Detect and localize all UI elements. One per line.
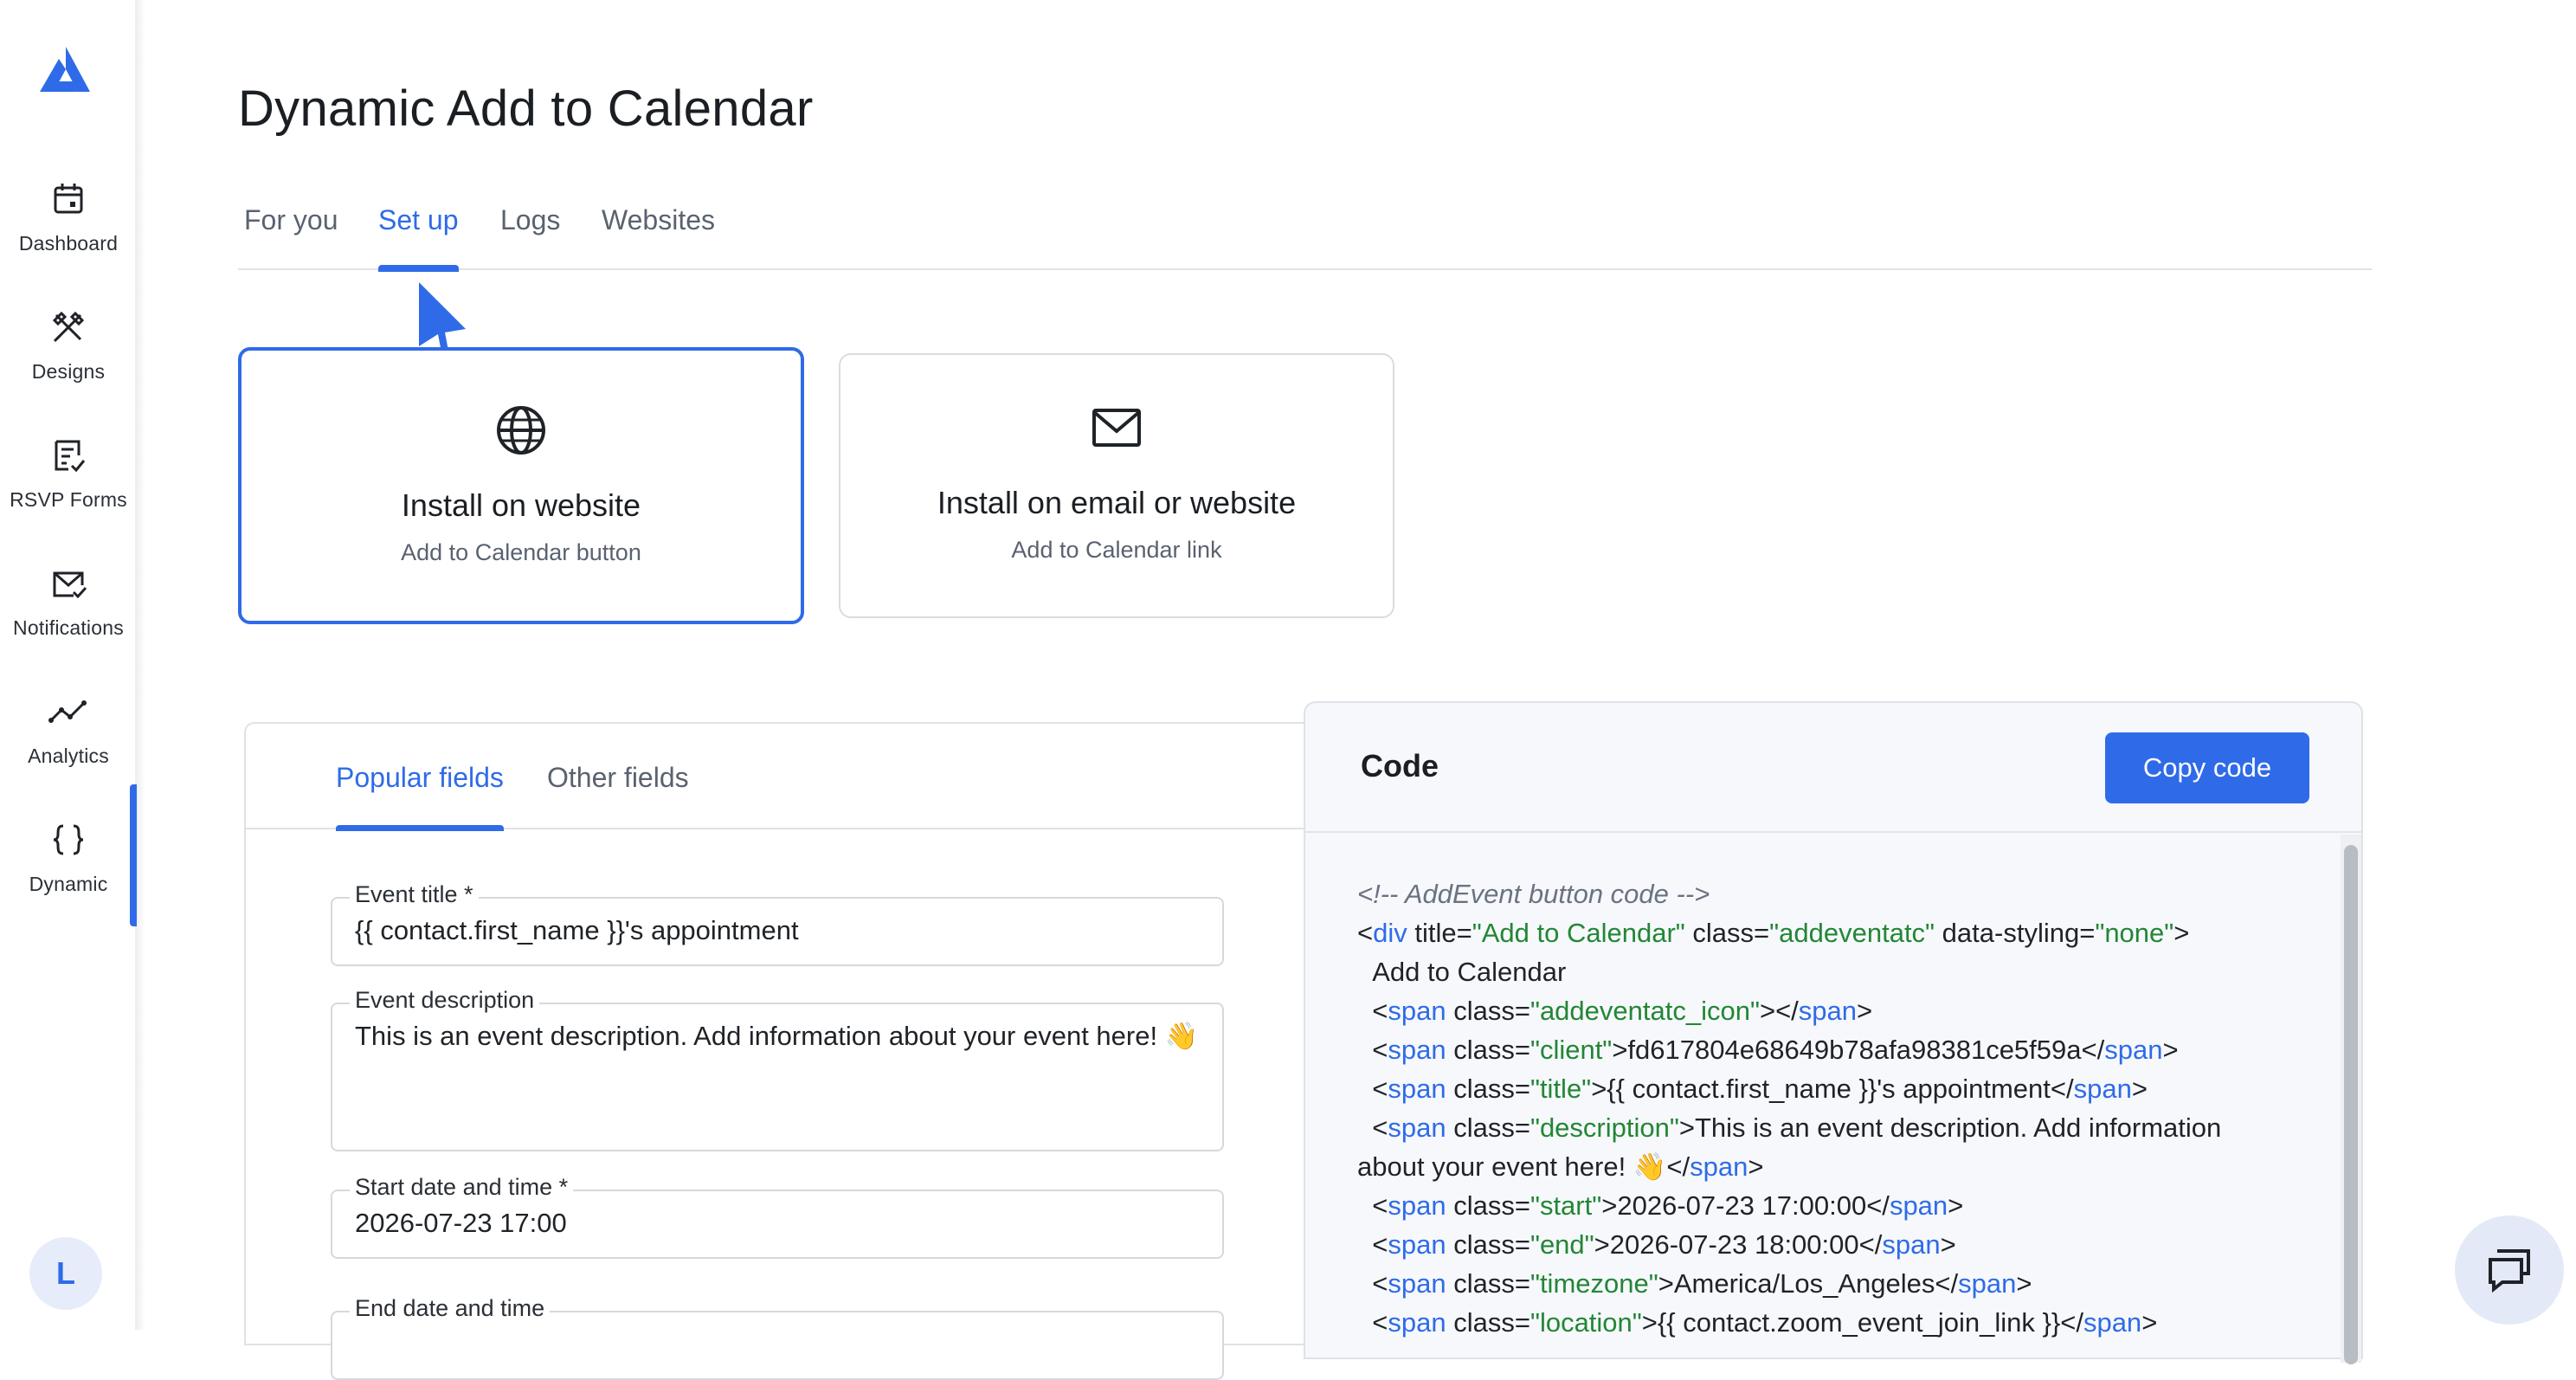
card-subtitle: Add to Calendar link <box>1011 537 1222 563</box>
event-title-input[interactable]: {{ contact.first_name }}'s appointment <box>355 911 1200 951</box>
code-line: Add to Calendar <box>1357 957 1567 987</box>
field-tabs: Popular fields Other fields <box>246 724 1324 831</box>
app-logo-icon[interactable] <box>35 42 95 102</box>
start-date-input[interactable]: 2026-07-23 17:00 <box>355 1203 1200 1243</box>
event-description-textarea[interactable]: This is an event description. Add inform… <box>355 1016 1200 1056</box>
sidebar-item-analytics[interactable]: Analytics <box>0 686 137 790</box>
end-date-field[interactable]: End date and time <box>331 1295 1224 1380</box>
field-label: Event title * <box>350 881 479 908</box>
event-title-field[interactable]: Event title * {{ contact.first_name }}'s… <box>331 881 1224 966</box>
field-label: End date and time <box>350 1295 551 1322</box>
chat-support-button[interactable] <box>2455 1216 2564 1325</box>
code-line: <span class="title">{{ contact.first_nam… <box>1357 1074 2148 1104</box>
sidebar: Dashboard Designs RSVP Forms Notificatio… <box>0 0 145 1330</box>
chat-icon <box>2489 1249 2530 1293</box>
line-chart-icon <box>48 700 87 723</box>
tab-set-up[interactable]: Set up <box>378 201 459 272</box>
sidebar-item-notifications[interactable]: Notifications <box>0 558 137 661</box>
field-label: Start date and time * <box>350 1174 574 1201</box>
scrollbar-thumb[interactable] <box>2344 845 2358 1364</box>
code-line: <span class="addeventatc_icon"></span> <box>1357 996 1873 1026</box>
code-line: <span class="timezone">America/Los_Angel… <box>1357 1268 2032 1299</box>
sidebar-item-label: Analytics <box>28 745 109 767</box>
curly-braces-icon <box>53 824 84 855</box>
tab-other-fields[interactable]: Other fields <box>547 762 689 829</box>
code-line: <div title="Add to Calendar" class="adde… <box>1357 918 2190 948</box>
start-date-field[interactable]: Start date and time * 2026-07-23 17:00 <box>331 1174 1224 1259</box>
code-line: <span class="start">2026-07-23 17:00:00<… <box>1357 1190 1964 1221</box>
sidebar-item-label: Dashboard <box>18 232 119 255</box>
sidebar-item-rsvp-forms[interactable]: RSVP Forms <box>0 429 137 533</box>
globe-icon <box>497 406 545 455</box>
code-line: <!-- AddEvent button code --> <box>1357 879 1710 909</box>
code-panel: Code Copy code <!-- AddEvent button code… <box>1304 701 2363 1364</box>
avatar[interactable]: L <box>29 1237 102 1310</box>
field-label: Event description <box>350 987 540 1014</box>
code-scrollbar[interactable] <box>2341 835 2361 1364</box>
envelope-icon <box>1092 409 1141 447</box>
tab-for-you[interactable]: For you <box>244 201 338 270</box>
mail-check-icon <box>53 571 87 599</box>
card-subtitle: Add to Calendar button <box>401 539 641 565</box>
fields-panel: Popular fields Other fields Event title … <box>244 722 1326 1380</box>
sidebar-item-label: RSVP Forms <box>10 488 127 511</box>
code-panel-header: Code Copy code <box>1305 703 2361 833</box>
card-title: Install on email or website <box>937 485 1297 520</box>
sidebar-item-label: Dynamic <box>29 873 108 895</box>
main-tabs: For you Set up Logs Websites <box>238 201 2372 272</box>
page-title: Dynamic Add to Calendar <box>238 81 814 137</box>
code-line: <span class="end">2026-07-23 18:00:00</s… <box>1357 1229 1956 1260</box>
sidebar-item-label: Designs <box>31 360 106 383</box>
calendar-icon <box>54 184 83 214</box>
code-line: <span class="description">This is an eve… <box>1357 1112 2229 1182</box>
tab-websites[interactable]: Websites <box>602 201 715 270</box>
form-checklist-icon <box>55 440 86 473</box>
code-title: Code <box>1361 748 1439 784</box>
copy-code-button[interactable]: Copy code <box>2105 732 2309 803</box>
code-snippet[interactable]: <!-- AddEvent button code --> <div title=… <box>1357 874 2292 1342</box>
card-title: Install on website <box>401 487 641 523</box>
sidebar-item-designs[interactable]: Designs <box>0 301 137 405</box>
sidebar-item-label: Notifications <box>13 616 124 639</box>
sidebar-active-indicator <box>130 784 137 926</box>
event-description-field[interactable]: Event description This is an event descr… <box>331 987 1224 1151</box>
sidebar-item-dashboard[interactable]: Dashboard <box>0 173 137 277</box>
tab-popular-fields[interactable]: Popular fields <box>336 762 504 831</box>
design-tools-icon <box>52 311 85 343</box>
install-on-website-card[interactable]: Install on website Add to Calendar butto… <box>238 347 804 624</box>
code-line: <span class="client">fd617804e68649b78af… <box>1357 1035 2179 1065</box>
tab-logs[interactable]: Logs <box>500 201 560 270</box>
code-line: <span class="location">{{ contact.zoom_e… <box>1357 1307 2158 1338</box>
install-on-email-card[interactable]: Install on email or website Add to Calen… <box>839 353 1394 618</box>
sidebar-item-dynamic[interactable]: Dynamic <box>0 814 137 918</box>
sidebar-shadow <box>137 0 145 1330</box>
